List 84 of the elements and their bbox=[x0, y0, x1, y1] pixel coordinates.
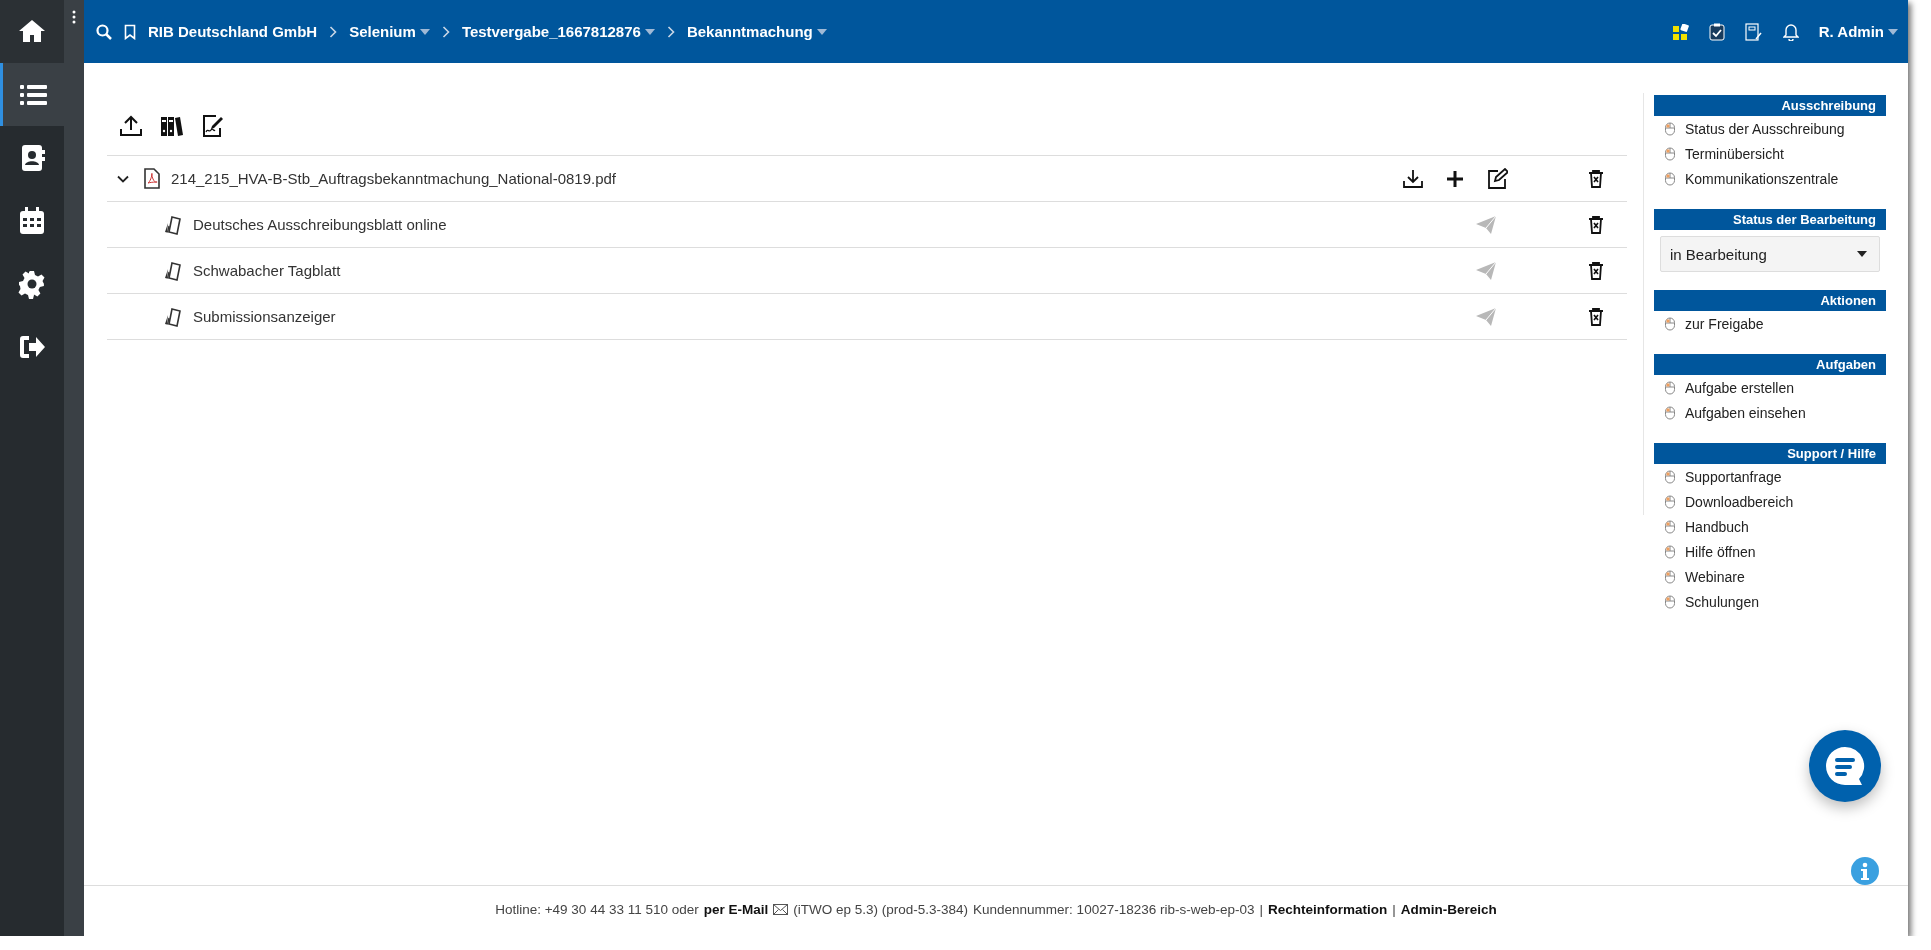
separator: | bbox=[1259, 901, 1263, 917]
sidebar-link[interactable]: Terminübersicht bbox=[1685, 145, 1784, 162]
breadcrumb-link[interactable]: Selenium bbox=[349, 23, 416, 40]
chevron-right-icon bbox=[666, 25, 675, 38]
bell-icon[interactable] bbox=[1782, 22, 1799, 41]
plus-icon[interactable] bbox=[1446, 169, 1464, 188]
sidebar-link[interactable]: Downloadbereich bbox=[1685, 493, 1794, 510]
settings-icon bbox=[17, 268, 47, 299]
papers-icon bbox=[163, 214, 183, 235]
mouse-icon bbox=[1664, 469, 1676, 484]
publication-name[interactable]: Schwabacher Tagblatt bbox=[193, 262, 341, 279]
sidebar-link[interactable]: Schulungen bbox=[1685, 593, 1759, 610]
mouse-icon bbox=[1664, 146, 1676, 161]
breadcrumb-link[interactable]: Testvergabe_1667812876 bbox=[461, 23, 641, 40]
file-name[interactable]: 214_215_HVA-B-Stb_Auftragsbekanntmachung_National-0819.pdf bbox=[171, 170, 617, 187]
footer-link[interactable]: Rechteinformation bbox=[1268, 901, 1388, 917]
delete-icon[interactable] bbox=[1587, 260, 1605, 281]
papers-icon bbox=[163, 306, 183, 327]
delete-icon[interactable] bbox=[1587, 214, 1605, 235]
section-header: Ausschreibung bbox=[1654, 95, 1886, 116]
caret-down-icon[interactable] bbox=[816, 28, 827, 35]
clipboard-check-icon[interactable] bbox=[1708, 22, 1725, 41]
caret-down-icon[interactable] bbox=[419, 28, 430, 35]
user-menu[interactable]: R. Admin bbox=[1818, 23, 1884, 40]
edit-icon[interactable] bbox=[1486, 167, 1508, 190]
papers-icon bbox=[163, 260, 183, 281]
caret-down-icon[interactable] bbox=[1888, 28, 1898, 35]
upload-icon[interactable] bbox=[119, 114, 143, 138]
document-signature-icon[interactable] bbox=[201, 114, 225, 138]
section-header: Support / Hilfe bbox=[1654, 443, 1886, 464]
footer-link[interactable]: per E-Mail bbox=[703, 901, 769, 917]
sidebar-link[interactable]: Supportanfrage bbox=[1685, 468, 1782, 485]
mouse-icon bbox=[1664, 380, 1676, 395]
bookmark-icon[interactable] bbox=[124, 23, 136, 40]
chevron-right-icon bbox=[329, 25, 338, 38]
speech-bubble-icon bbox=[1823, 744, 1867, 788]
section-header: Status der Bearbeitung bbox=[1654, 209, 1886, 230]
notebook-pencil-icon[interactable] bbox=[1744, 22, 1763, 41]
footer-text: (iTWO ep 5.3) (prod-5.3-384) bbox=[793, 901, 969, 917]
delete-icon[interactable] bbox=[1587, 306, 1605, 327]
section-header: Aktionen bbox=[1654, 290, 1886, 311]
status-select[interactable]: in Bearbeitung bbox=[1660, 236, 1880, 272]
mouse-icon bbox=[1664, 494, 1676, 509]
mouse-icon bbox=[1664, 544, 1676, 559]
sidebar-link[interactable]: Status der Ausschreibung bbox=[1685, 120, 1845, 137]
sidebar-link[interactable]: Aufgaben einsehen bbox=[1685, 404, 1806, 421]
footer-text: Kundennummer: 10027-18236 rib-s-web-ep-03 bbox=[973, 901, 1255, 917]
info-icon[interactable] bbox=[1851, 857, 1879, 885]
more-icon[interactable] bbox=[72, 10, 76, 24]
mail-icon[interactable] bbox=[773, 903, 789, 915]
section-header: Aufgaben bbox=[1654, 354, 1886, 375]
publication-name[interactable]: Submissionsanzeiger bbox=[193, 308, 336, 325]
delete-icon[interactable] bbox=[1587, 168, 1605, 189]
separator: | bbox=[1392, 901, 1396, 917]
apps-icon[interactable] bbox=[1672, 23, 1689, 40]
breadcrumb-link[interactable]: RIB Deutschland GmbH bbox=[148, 23, 318, 40]
calendar-icon bbox=[17, 205, 47, 236]
footer-link[interactable]: Admin-Bereich bbox=[1400, 901, 1497, 917]
caret-down-icon bbox=[1857, 251, 1867, 257]
mouse-icon bbox=[1664, 405, 1676, 420]
mouse-icon bbox=[1664, 569, 1676, 584]
nav-list-button[interactable] bbox=[0, 63, 64, 126]
search-icon[interactable] bbox=[96, 23, 112, 40]
sidebar-link[interactable]: Aufgabe erstellen bbox=[1685, 379, 1794, 396]
sidebar-link[interactable]: zur Freigabe bbox=[1685, 315, 1764, 332]
sidebar-link[interactable]: Kommunikationszentrale bbox=[1685, 170, 1839, 187]
breadcrumb-link[interactable]: Bekanntmachung bbox=[686, 23, 813, 40]
nav-home-button[interactable] bbox=[0, 0, 64, 63]
sidebar-link[interactable]: Webinare bbox=[1685, 568, 1745, 585]
mouse-icon bbox=[1664, 316, 1676, 331]
mouse-icon bbox=[1664, 121, 1676, 136]
download-icon[interactable] bbox=[1402, 167, 1424, 190]
publication-name[interactable]: Deutsches Ausschreibungsblatt online bbox=[193, 216, 447, 233]
mouse-icon bbox=[1664, 171, 1676, 186]
mouse-icon bbox=[1664, 519, 1676, 534]
footer-text: Hotline: +49 30 44 33 11 510 oder bbox=[495, 901, 699, 917]
chat-button[interactable] bbox=[1809, 730, 1881, 802]
sidebar-link[interactable]: Handbuch bbox=[1685, 518, 1749, 535]
sidebar-link[interactable]: Hilfe öffnen bbox=[1685, 543, 1756, 560]
binders-icon[interactable] bbox=[160, 114, 184, 138]
caret-down-icon[interactable] bbox=[644, 28, 655, 35]
pdf-file-icon bbox=[143, 167, 161, 190]
chevron-right-icon bbox=[441, 25, 450, 38]
mouse-icon bbox=[1664, 594, 1676, 609]
